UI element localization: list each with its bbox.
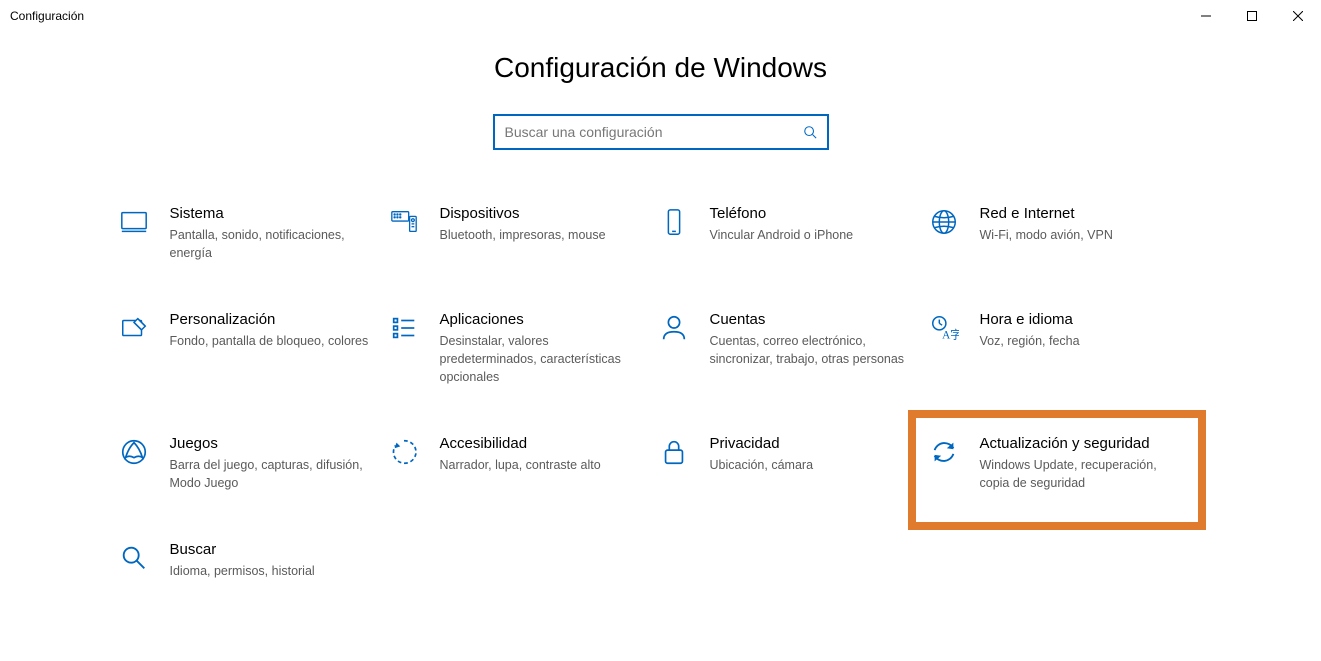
tile-desc: Cuentas, correo electrónico, sincronizar… [710, 332, 910, 368]
tile-desc: Idioma, permisos, historial [170, 562, 370, 580]
window-title: Configuración [10, 9, 84, 23]
personalize-icon [116, 310, 152, 346]
tile-desc: Windows Update, recuperación, copia de s… [980, 456, 1180, 492]
tile-dispositivos[interactable]: Dispositivos Bluetooth, impresoras, mous… [386, 200, 656, 266]
maximize-button[interactable] [1229, 0, 1275, 32]
tile-accesibilidad[interactable]: Accesibilidad Narrador, lupa, contraste … [386, 430, 656, 496]
privacy-icon [656, 434, 692, 470]
search-box[interactable] [493, 114, 829, 150]
tile-red[interactable]: Red e Internet Wi-Fi, modo avión, VPN [926, 200, 1196, 266]
tile-desc: Barra del juego, capturas, difusión, Mod… [170, 456, 370, 492]
tile-title: Personalización [170, 310, 370, 330]
accounts-icon [656, 310, 692, 346]
devices-icon [386, 204, 422, 240]
tile-title: Red e Internet [980, 204, 1180, 224]
tile-hora[interactable]: A字 Hora e idioma Voz, región, fecha [926, 306, 1196, 390]
ease-of-access-icon [386, 434, 422, 470]
globe-icon [926, 204, 962, 240]
tile-privacidad[interactable]: Privacidad Ubicación, cámara [656, 430, 926, 496]
tile-desc: Wi-Fi, modo avión, VPN [980, 226, 1180, 244]
gaming-icon [116, 434, 152, 470]
tile-telefono[interactable]: Teléfono Vincular Android o iPhone [656, 200, 926, 266]
tile-juegos[interactable]: Juegos Barra del juego, capturas, difusi… [116, 430, 386, 496]
tile-desc: Bluetooth, impresoras, mouse [440, 226, 640, 244]
tile-aplicaciones[interactable]: Aplicaciones Desinstalar, valores predet… [386, 306, 656, 390]
tile-sistema[interactable]: Sistema Pantalla, sonido, notificaciones… [116, 200, 386, 266]
tile-desc: Desinstalar, valores predeterminados, ca… [440, 332, 640, 386]
tile-personalizacion[interactable]: Personalización Fondo, pantalla de bloqu… [116, 306, 386, 390]
tile-desc: Voz, región, fecha [980, 332, 1180, 350]
phone-icon [656, 204, 692, 240]
tile-title: Cuentas [710, 310, 910, 330]
tile-title: Buscar [170, 540, 370, 560]
tile-title: Sistema [170, 204, 370, 224]
content-area: Configuración de Windows Sistema Pantall… [0, 32, 1321, 584]
tile-cuentas[interactable]: Cuentas Cuentas, correo electrónico, sin… [656, 306, 926, 390]
settings-grid: Sistema Pantalla, sonido, notificaciones… [116, 200, 1206, 584]
minimize-button[interactable] [1183, 0, 1229, 32]
tile-title: Teléfono [710, 204, 910, 224]
window-controls [1183, 0, 1321, 32]
update-icon [926, 434, 962, 470]
tile-actualizacion[interactable]: Actualización y seguridad Windows Update… [926, 430, 1196, 496]
tile-desc: Fondo, pantalla de bloqueo, colores [170, 332, 370, 350]
tile-desc: Pantalla, sonido, notificaciones, energí… [170, 226, 370, 262]
close-button[interactable] [1275, 0, 1321, 32]
apps-icon [386, 310, 422, 346]
tile-desc: Narrador, lupa, contraste alto [440, 456, 640, 474]
time-language-icon: A字 [926, 310, 962, 346]
titlebar: Configuración [0, 0, 1321, 32]
tile-title: Privacidad [710, 434, 910, 454]
tile-title: Aplicaciones [440, 310, 640, 330]
tile-title: Accesibilidad [440, 434, 640, 454]
search-input[interactable] [503, 123, 801, 141]
display-icon [116, 204, 152, 240]
search-tile-icon [116, 540, 152, 576]
tile-title: Dispositivos [440, 204, 640, 224]
search-icon [801, 123, 819, 141]
tile-title: Actualización y seguridad [980, 434, 1180, 454]
tile-buscar[interactable]: Buscar Idioma, permisos, historial [116, 536, 386, 584]
tile-title: Hora e idioma [980, 310, 1180, 330]
page-heading: Configuración de Windows [494, 52, 827, 84]
svg-text:A字: A字 [942, 327, 959, 341]
tile-desc: Ubicación, cámara [710, 456, 910, 474]
tile-title: Juegos [170, 434, 370, 454]
tile-desc: Vincular Android o iPhone [710, 226, 910, 244]
